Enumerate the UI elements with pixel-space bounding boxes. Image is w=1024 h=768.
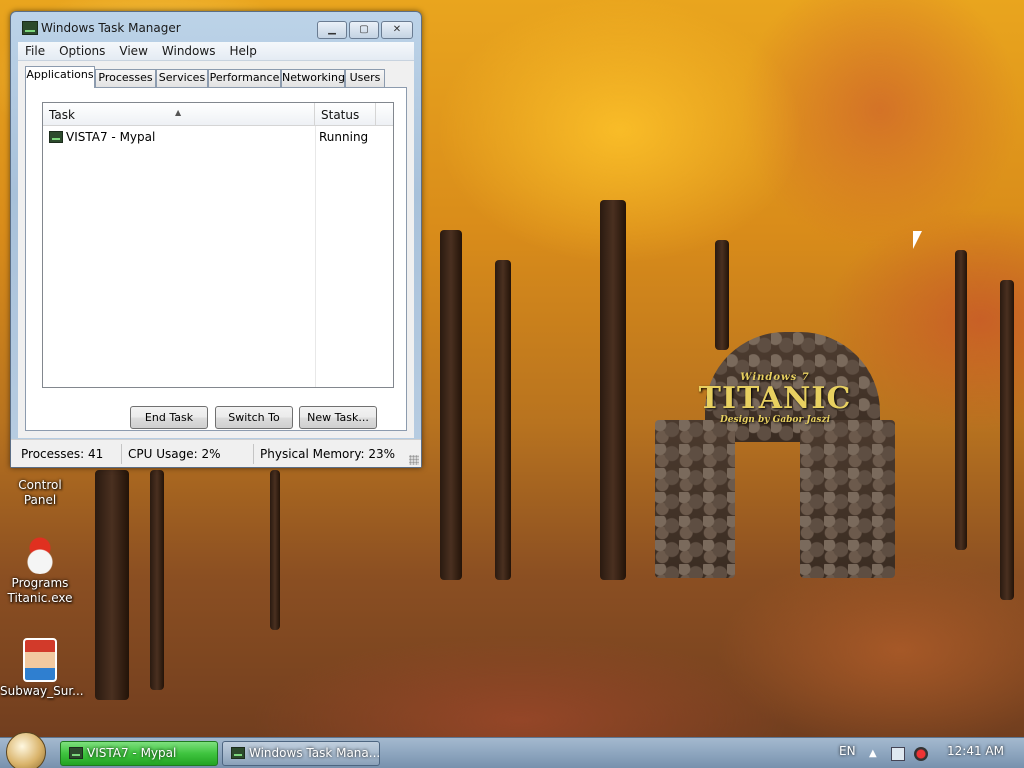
menu-bar: File Options View Windows Help bbox=[18, 42, 414, 61]
task-manager-icon bbox=[22, 21, 38, 35]
stone-pillar bbox=[800, 420, 895, 578]
column-header-label: Status bbox=[321, 108, 360, 122]
task-list-header: ▲ Task Status bbox=[43, 103, 393, 126]
desktop-icon-control-panel[interactable]: Control Panel bbox=[2, 478, 78, 508]
mypal-app-icon bbox=[49, 131, 63, 143]
menu-help[interactable]: Help bbox=[222, 42, 263, 60]
mouse-cursor-icon bbox=[913, 231, 922, 249]
switch-to-button[interactable]: Switch To bbox=[215, 406, 293, 429]
taskbar-button-task-manager[interactable]: Windows Task Mana... bbox=[222, 741, 380, 766]
column-header-status[interactable]: Status bbox=[315, 103, 376, 126]
status-processes: Processes: 41 bbox=[15, 444, 122, 464]
security-alert-icon[interactable] bbox=[914, 747, 928, 761]
column-divider bbox=[315, 126, 316, 387]
column-header-label: Task bbox=[49, 108, 75, 122]
desktop-icon-subway-surfers[interactable]: Subway_Sur... bbox=[0, 638, 84, 699]
menu-options[interactable]: Options bbox=[52, 42, 112, 60]
mypal-app-icon bbox=[69, 747, 83, 759]
tree-trunk bbox=[495, 260, 511, 580]
desktop-icon-label: Control Panel bbox=[18, 478, 62, 507]
titanic-icon bbox=[20, 534, 60, 574]
stone-pillar bbox=[655, 420, 735, 578]
desktop-icon-label: Subway_Sur... bbox=[0, 684, 84, 698]
logo-subtitle: Design by Gabor Jaszi bbox=[719, 415, 831, 425]
tree-trunk bbox=[270, 470, 280, 630]
logo-title: TITANIC bbox=[698, 381, 852, 416]
desktop-icon-label: Titanic.exe bbox=[7, 591, 73, 605]
tree-trunk bbox=[715, 240, 729, 350]
desktop-icon-titanic[interactable]: Programs Titanic.exe bbox=[2, 534, 78, 606]
menu-windows[interactable]: Windows bbox=[155, 42, 223, 60]
task-manager-window: Windows Task Manager ▁ ▢ ✕ File Options Vi… bbox=[10, 11, 422, 468]
taskbar: VISTA7 - Mypal Windows Task Mana... EN ▲… bbox=[0, 732, 1024, 768]
task-list[interactable]: ▲ Task Status VISTA7 - Mypal Running bbox=[42, 102, 394, 388]
title-bar[interactable]: Windows Task Manager ▁ ▢ ✕ bbox=[11, 12, 421, 42]
status-cpu-usage: CPU Usage: 2% bbox=[122, 444, 254, 464]
tab-performance[interactable]: Performance bbox=[208, 69, 281, 87]
tab-processes[interactable]: Processes bbox=[95, 69, 156, 87]
tab-services[interactable]: Services bbox=[156, 69, 208, 87]
network-icon[interactable] bbox=[891, 747, 905, 761]
tree-trunk bbox=[1000, 280, 1014, 600]
status-bar: Processes: 41 CPU Usage: 2% Physical Mem… bbox=[11, 439, 421, 467]
column-header-task[interactable]: ▲ Task bbox=[43, 103, 315, 126]
taskbar-button-label: Windows Task Mana... bbox=[249, 746, 380, 760]
maximize-button[interactable]: ▢ bbox=[349, 21, 379, 39]
applications-panel: ▲ Task Status VISTA7 - Mypal Running End… bbox=[25, 87, 407, 431]
window-client-area: Applications Processes Services Performa… bbox=[18, 61, 414, 438]
close-button[interactable]: ✕ bbox=[381, 21, 413, 39]
desktop-icon-label: Programs bbox=[11, 576, 69, 590]
new-task-button[interactable]: New Task... bbox=[299, 406, 377, 429]
subway-surfers-icon bbox=[23, 638, 57, 682]
task-cell: VISTA7 - Mypal bbox=[45, 128, 313, 146]
tree-trunk bbox=[955, 250, 967, 550]
task-name: VISTA7 - Mypal bbox=[66, 130, 156, 144]
menu-file[interactable]: File bbox=[18, 42, 52, 60]
status-physical-memory: Physical Memory: 23% bbox=[260, 447, 396, 461]
sort-ascending-icon: ▲ bbox=[175, 108, 182, 117]
taskbar-button-label: VISTA7 - Mypal bbox=[87, 746, 177, 760]
tab-networking[interactable]: Networking bbox=[281, 69, 345, 87]
wallpaper-logo: Windows 7 TITANIC Design by Gabor Jaszi bbox=[690, 372, 860, 425]
window-title: Windows Task Manager bbox=[41, 21, 181, 35]
taskbar-button-mypal[interactable]: VISTA7 - Mypal bbox=[60, 741, 218, 766]
start-button[interactable] bbox=[6, 732, 46, 768]
tree-trunk bbox=[440, 230, 462, 580]
table-row[interactable]: VISTA7 - Mypal Running bbox=[45, 128, 391, 146]
minimize-button[interactable]: ▁ bbox=[317, 21, 347, 39]
menu-view[interactable]: View bbox=[112, 42, 154, 60]
tab-users[interactable]: Users bbox=[345, 69, 385, 87]
tab-applications[interactable]: Applications bbox=[25, 66, 95, 88]
resize-grip-icon[interactable] bbox=[409, 455, 419, 465]
task-status: Running bbox=[319, 130, 369, 144]
task-manager-icon bbox=[231, 747, 245, 759]
show-hidden-icons-icon[interactable]: ▲ bbox=[869, 747, 883, 761]
clock[interactable]: 12:41 AM bbox=[947, 744, 1004, 758]
tree-trunk bbox=[95, 470, 129, 700]
tree-trunk bbox=[150, 470, 164, 690]
tree-trunk bbox=[600, 200, 626, 580]
end-task-button[interactable]: End Task bbox=[130, 406, 208, 429]
language-indicator[interactable]: EN bbox=[839, 744, 856, 758]
